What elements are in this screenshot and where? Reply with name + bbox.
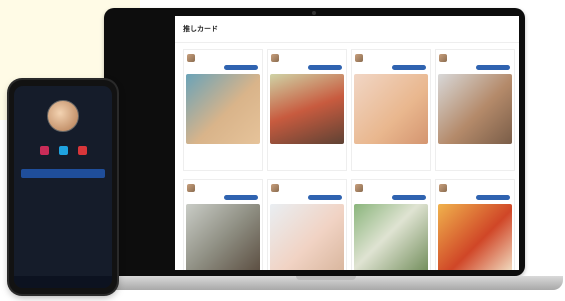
card[interactable] xyxy=(435,49,515,171)
cta-button[interactable] xyxy=(21,169,105,178)
sidebar-item-3[interactable] xyxy=(114,72,172,90)
sidebar-item-4[interactable] xyxy=(114,90,172,108)
card-grid xyxy=(175,43,519,270)
card[interactable] xyxy=(267,179,347,270)
card-avatar xyxy=(439,54,447,62)
follow-button[interactable] xyxy=(476,65,510,70)
follow-button[interactable] xyxy=(476,195,510,200)
follow-button[interactable] xyxy=(224,65,258,70)
card-avatar xyxy=(355,184,363,192)
card-photo xyxy=(270,204,344,270)
phone xyxy=(9,80,117,294)
social-links xyxy=(14,146,112,155)
main-panel: 推しカード xyxy=(175,16,519,270)
twitter-icon[interactable] xyxy=(58,146,68,155)
follow-button[interactable] xyxy=(224,195,258,200)
follow-button[interactable] xyxy=(392,65,426,70)
card[interactable] xyxy=(351,179,431,270)
card-photo xyxy=(186,74,260,144)
follow-button[interactable] xyxy=(392,195,426,200)
page-title: 推しカード xyxy=(183,26,218,33)
phone-screen xyxy=(14,86,112,288)
card-photo xyxy=(438,204,512,270)
phone-footer xyxy=(14,276,112,288)
card-photo xyxy=(354,204,428,270)
card-photo xyxy=(354,74,428,144)
card[interactable] xyxy=(351,49,431,171)
sidebar-item-1[interactable] xyxy=(114,36,172,54)
card-avatar xyxy=(271,184,279,192)
card-photo xyxy=(438,74,512,144)
instagram-icon[interactable] xyxy=(39,146,49,155)
card-avatar xyxy=(187,184,195,192)
card-photo xyxy=(270,74,344,144)
phone-top-bar xyxy=(14,86,112,96)
card-avatar xyxy=(271,54,279,62)
follow-button[interactable] xyxy=(308,65,342,70)
card-avatar xyxy=(439,184,447,192)
profile-avatar xyxy=(47,100,79,132)
card-photo xyxy=(186,204,260,270)
main-header: 推しカード xyxy=(175,16,519,43)
sidebar xyxy=(114,16,172,266)
card-avatar xyxy=(355,54,363,62)
camera-dot xyxy=(312,11,316,15)
card-avatar xyxy=(187,54,195,62)
sidebar-item-2[interactable] xyxy=(114,54,172,72)
sidebar-menu xyxy=(114,36,172,108)
follow-button[interactable] xyxy=(308,195,342,200)
card[interactable] xyxy=(183,49,263,171)
card[interactable] xyxy=(267,49,347,171)
laptop-screen: 推しカード xyxy=(104,8,525,276)
laptop-notch xyxy=(296,276,356,280)
card[interactable] xyxy=(435,179,515,270)
card[interactable] xyxy=(183,179,263,270)
youtube-icon[interactable] xyxy=(77,146,87,155)
